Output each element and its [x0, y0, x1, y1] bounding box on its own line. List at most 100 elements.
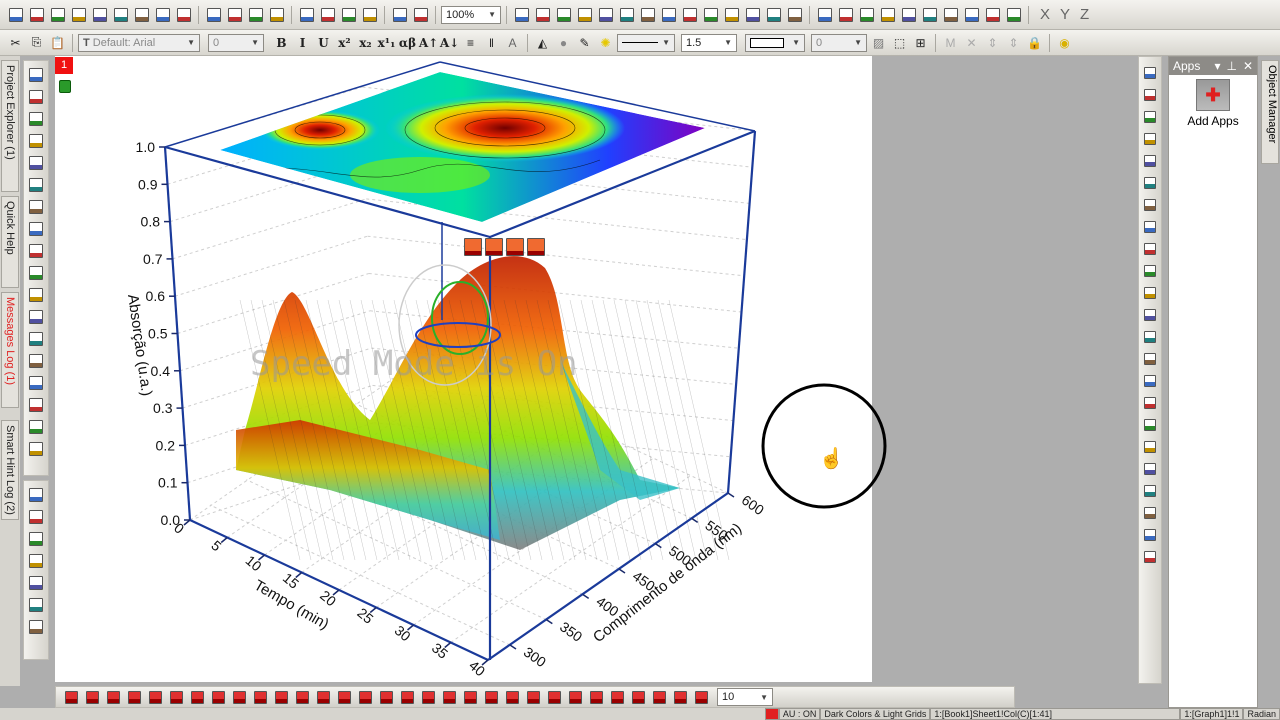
resize-icon[interactable]	[484, 237, 503, 256]
box-chart-icon[interactable]	[146, 688, 165, 707]
layer-icon[interactable]	[1141, 63, 1160, 82]
increase-perspective-icon[interactable]	[566, 688, 585, 707]
mesh-line	[668, 299, 730, 561]
cursor-highlight-circle	[761, 383, 887, 509]
stacked-icon[interactable]	[167, 688, 186, 707]
pin-icon[interactable]	[526, 237, 545, 256]
image-icon[interactable]	[377, 688, 396, 707]
x-tick-label: 15	[280, 570, 302, 592]
z-grid-line	[174, 235, 368, 297]
layer-settings-icon[interactable]	[1141, 151, 1160, 170]
3d-bar-icon[interactable]	[272, 688, 291, 707]
decrease-perspective-icon[interactable]	[587, 688, 606, 707]
y-tick	[545, 619, 553, 625]
template-icon[interactable]	[356, 688, 375, 707]
column-plot-icon[interactable]	[125, 688, 144, 707]
x-tick-label: 5	[208, 537, 224, 554]
tilt-left-icon[interactable]	[524, 688, 543, 707]
align-top-icon[interactable]	[1141, 305, 1160, 324]
align-left-icon[interactable]	[1141, 261, 1160, 280]
reset-icon[interactable]	[671, 688, 690, 707]
fit-frame-icon[interactable]	[650, 688, 669, 707]
floating-3d-toolbar	[463, 237, 545, 256]
y-tick-label: 350	[557, 618, 585, 645]
3d-surface-plot[interactable]: 0.00.10.20.30.40.50.60.70.80.91.00510152…	[0, 0, 1280, 720]
contour-icon[interactable]	[230, 688, 249, 707]
matrix-icon[interactable]	[335, 688, 354, 707]
add-apps-button[interactable]: ✚ Add Apps	[1169, 79, 1257, 128]
tilt-right-icon[interactable]	[545, 688, 564, 707]
z-tick-label: 0.9	[138, 176, 158, 192]
rotate-icon[interactable]	[505, 237, 524, 256]
x-tick-label: 40	[466, 657, 488, 679]
align-bottom-icon[interactable]	[1141, 327, 1160, 346]
z-grid-line	[367, 235, 745, 277]
grid-icon[interactable]	[1141, 217, 1160, 236]
3d-wire-icon[interactable]	[293, 688, 312, 707]
front-icon[interactable]	[1141, 481, 1160, 500]
line-plot-icon[interactable]	[62, 688, 81, 707]
add-apps-label: Add Apps	[1187, 114, 1239, 128]
mesh-line	[602, 299, 664, 561]
status-active-layer: 1:[Graph1]1!1	[1180, 708, 1244, 720]
z-axis-title: Absorção (u.a.)	[124, 293, 155, 397]
y-tick	[509, 644, 517, 650]
arrange-icon[interactable]	[1141, 195, 1160, 214]
shrink-icon[interactable]	[629, 688, 648, 707]
dropdown-icon[interactable]: ▾	[1214, 59, 1220, 73]
merge-icon[interactable]	[1141, 173, 1160, 192]
x-tick-label: 35	[429, 640, 451, 662]
3d-surface-icon[interactable]	[251, 688, 270, 707]
swap-xy-icon[interactable]	[1141, 107, 1160, 126]
enlarge-icon[interactable]	[608, 688, 627, 707]
ternary-icon[interactable]	[440, 688, 459, 707]
stats-icon[interactable]	[398, 688, 417, 707]
polar-icon[interactable]	[209, 688, 228, 707]
z-tick-label: 0.6	[146, 288, 166, 304]
rotate-left-icon[interactable]	[482, 688, 501, 707]
back-icon[interactable]	[1141, 503, 1160, 522]
status-bar: AU : ON Dark Colors & Light Grids 1:[Boo…	[0, 708, 1280, 720]
tab-object-manager[interactable]: Object Manager	[1261, 60, 1279, 164]
area-plot-icon[interactable]	[188, 688, 207, 707]
apps-title: Apps	[1173, 59, 1201, 73]
z-tick-label: 1.0	[136, 139, 156, 155]
pin-icon[interactable]: ⊥	[1226, 59, 1236, 73]
speed-mode-icon[interactable]	[1141, 129, 1160, 148]
rotation-step-combo[interactable]: 10 ▼	[717, 688, 773, 706]
same-height-icon[interactable]	[1141, 415, 1160, 434]
apps-title-bar: Apps ▾ ⊥ ✕	[1169, 57, 1257, 75]
axis-icon[interactable]	[1141, 85, 1160, 104]
y-tick-label: 600	[739, 492, 767, 519]
close-icon[interactable]: ✕	[1243, 59, 1253, 73]
2d-3d-graphs-toolbar: 10 ▼	[55, 686, 1015, 708]
align-right-icon[interactable]	[1141, 283, 1160, 302]
3d-scatter-icon[interactable]	[314, 688, 333, 707]
contour-projection	[220, 72, 705, 222]
backward-icon[interactable]	[1141, 547, 1160, 566]
rotate-right-icon[interactable]	[503, 688, 522, 707]
move-icon[interactable]	[463, 237, 482, 256]
z-tick-label: 0.8	[141, 214, 161, 230]
rotate-3d-icon[interactable]	[692, 688, 711, 707]
status-indicator-icon	[764, 708, 779, 720]
apps-panel: Apps ▾ ⊥ ✕ ✚ Add Apps	[1168, 56, 1258, 708]
add-apps-gear-icon: ✚	[1196, 79, 1230, 111]
map-icon[interactable]	[419, 688, 438, 707]
extract-icon[interactable]	[1141, 239, 1160, 258]
line-symbol-icon[interactable]	[104, 688, 123, 707]
resize-icon[interactable]	[1141, 349, 1160, 368]
ungroup-icon[interactable]	[1141, 459, 1160, 478]
status-active-data: 1:[Book1]Sheet1!Col(C)[1:41]	[930, 708, 1181, 720]
piper-icon[interactable]	[461, 688, 480, 707]
same-width-icon[interactable]	[1141, 393, 1160, 412]
z-grid-line	[172, 198, 367, 260]
group-icon[interactable]	[1141, 437, 1160, 456]
y-tick	[618, 568, 626, 574]
scatter-plot-icon[interactable]	[83, 688, 102, 707]
forward-icon[interactable]	[1141, 525, 1160, 544]
rotation-step-value: 10	[722, 691, 735, 703]
distribute-icon[interactable]	[1141, 371, 1160, 390]
layout-toolbar	[1138, 56, 1162, 684]
surface-mesh	[236, 256, 730, 561]
